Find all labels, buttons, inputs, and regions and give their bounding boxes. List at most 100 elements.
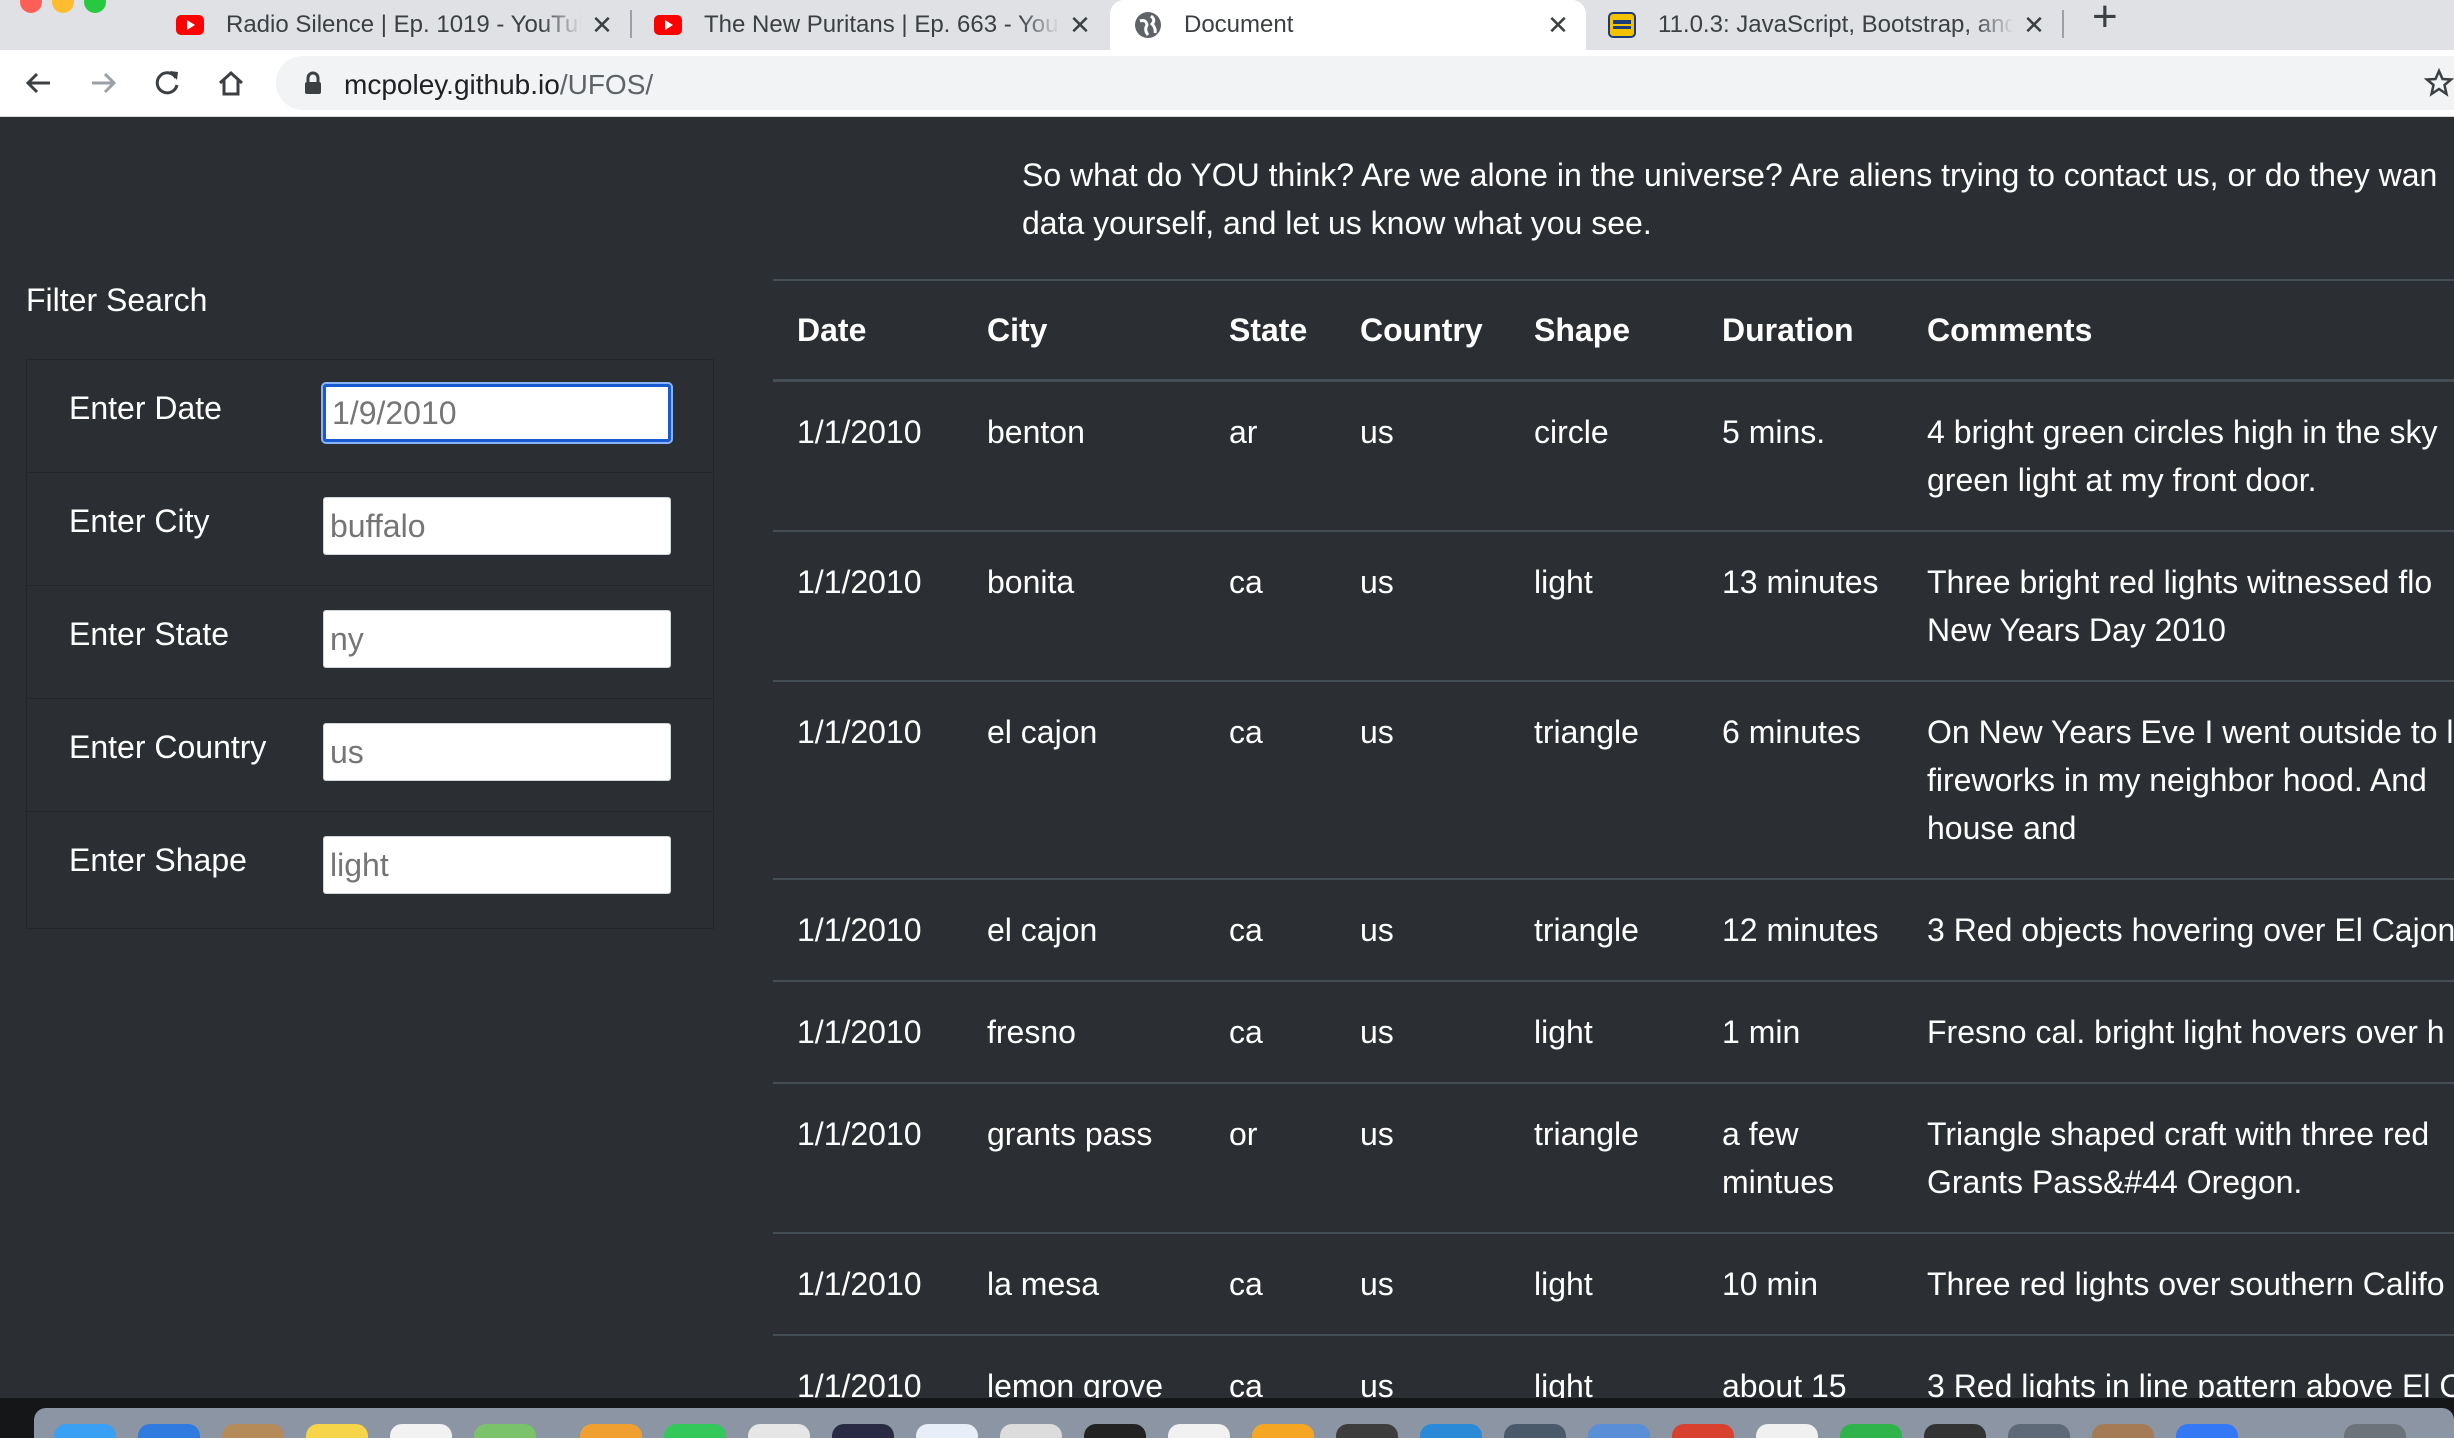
finder-icon[interactable] [54, 1424, 116, 1438]
table-cell-state: ca [1205, 878, 1336, 981]
terminal-icon[interactable] [1084, 1424, 1146, 1438]
address-bar[interactable]: mcpoley.github.io/UFOS/ [276, 56, 2454, 110]
window-zoom-button[interactable] [84, 0, 106, 13]
new-tab-button[interactable]: + [2092, 0, 2118, 42]
column-header-country: Country [1336, 279, 1510, 382]
filter-search-title: Filter Search [26, 282, 208, 318]
table-row: 1/1/2010lemon grovecauslightabout 15minu… [773, 1334, 2454, 1400]
table-cell-duration: about 15minutes [1698, 1334, 1903, 1400]
chrome-icon[interactable] [1168, 1424, 1230, 1438]
table-cell-duration: a few mintues [1698, 1082, 1903, 1233]
messages-icon[interactable] [664, 1424, 726, 1438]
table-cell-country: us [1336, 379, 1510, 531]
table-body: 1/1/2010 benton ar us circle 5 mins. 4 bright … [773, 379, 2454, 1400]
column-header-duration: Duration [1698, 279, 1903, 382]
maps-icon[interactable] [474, 1424, 536, 1438]
filter-label: Enter State [69, 616, 230, 652]
photos-icon[interactable] [580, 1424, 642, 1438]
mail-icon[interactable] [1420, 1424, 1482, 1438]
table-cell-date: 1/1/2010 [773, 530, 963, 681]
filter-label: Enter Shape [69, 842, 247, 878]
table-row: 1/1/2010 el cajon ca us triangle 6 minutes On … [773, 680, 2454, 879]
ufo-sightings-table: Date City State Country Shape Duration C… [773, 279, 2454, 1400]
home-icon[interactable] [212, 64, 250, 102]
app-icon[interactable] [2008, 1424, 2070, 1438]
table-cell-city: lemon grove [963, 1334, 1205, 1400]
table-cell-duration: 10 min [1698, 1232, 1903, 1335]
table-cell-comments: Three red lights over southern Califo [1903, 1232, 2454, 1335]
video-thumbnail-icon[interactable] [1504, 1424, 1566, 1438]
preview-icon[interactable] [916, 1424, 978, 1438]
column-header-city: City [963, 279, 1205, 382]
tab-new-puritans[interactable]: The New Puritans | Ep. 663 - YouTube ✕ [654, 0, 1094, 50]
calendar-icon[interactable] [390, 1424, 452, 1438]
table-cell-country: us [1336, 530, 1510, 681]
table-cell-date: 1/1/2010 [773, 878, 963, 981]
table-cell-comments: 3 Red lights in line pattern above El C [1903, 1334, 2454, 1400]
folder-icon[interactable] [832, 1424, 894, 1438]
youtube-icon [654, 11, 682, 39]
safari-icon[interactable] [1000, 1424, 1062, 1438]
vlc-icon[interactable] [1252, 1424, 1314, 1438]
table-cell-comments: On New Years Eve I went outside to l fire… [1903, 680, 2454, 879]
table-cell-country: us [1336, 1334, 1510, 1400]
bookmark-star-icon[interactable] [2420, 64, 2454, 102]
app-store-icon[interactable] [138, 1424, 200, 1438]
table-cell-city: el cajon [963, 878, 1205, 981]
table-cell-duration: 1 min [1698, 980, 1903, 1083]
table-cell-date: 1/1/2010 [773, 379, 963, 531]
intro-line: data yourself, and let us know what you … [1022, 205, 1652, 241]
spotify-icon[interactable] [1840, 1424, 1902, 1438]
tab-title: The New Puritans | Ep. 663 - YouTube [704, 11, 1060, 39]
date-filter-input[interactable] [321, 382, 673, 444]
table-cell-date: 1/1/2010 [773, 1082, 963, 1233]
zoom-icon[interactable] [2176, 1424, 2238, 1438]
state-filter-input[interactable] [323, 610, 671, 668]
notebook-icon[interactable] [222, 1424, 284, 1438]
table-cell-country: us [1336, 980, 1510, 1083]
slides-icon[interactable] [1672, 1424, 1734, 1438]
table-cell-comments: Fresno cal. bright light hovers over h [1903, 980, 2454, 1083]
music-icon[interactable] [1336, 1424, 1398, 1438]
close-icon[interactable]: ✕ [2020, 10, 2048, 41]
back-arrow-icon[interactable] [20, 64, 58, 102]
table-cell-comments: 4 bright green circles high in the sky gr… [1903, 379, 2454, 531]
tab-javascript-bootstrap[interactable]: 11.0.3: JavaScript, Bootstrap, and ✕ [1608, 0, 2048, 50]
forward-arrow-icon[interactable] [84, 64, 122, 102]
reload-icon[interactable] [148, 64, 186, 102]
table-cell-duration: 13 minutes [1698, 530, 1903, 681]
tab-document[interactable]: Document ✕ [1110, 0, 1586, 50]
notes-icon[interactable] [306, 1424, 368, 1438]
table-cell-country: us [1336, 878, 1510, 981]
app-icon[interactable] [2092, 1424, 2154, 1438]
table-cell-state: ca [1205, 680, 1336, 879]
tab-title: Document [1184, 11, 1294, 38]
window-close-button[interactable] [20, 0, 42, 13]
reminders-icon[interactable] [748, 1424, 810, 1438]
window-minimize-button[interactable] [52, 0, 74, 13]
country-filter-input[interactable] [323, 723, 671, 781]
tab-radio-silence[interactable]: Radio Silence | Ep. 1019 - YouTube ✕ [176, 0, 616, 50]
table-cell-shape: triangle [1510, 1082, 1698, 1233]
table-cell-shape: light [1510, 1334, 1698, 1400]
chrome-icon[interactable] [1756, 1424, 1818, 1438]
vscode-icon[interactable] [1588, 1424, 1650, 1438]
trash-icon[interactable] [2344, 1424, 2406, 1438]
filter-item-city: Enter City [27, 473, 713, 586]
intro-paragraph: So what do YOU think? Are we alone in th… [1022, 151, 2454, 247]
close-icon[interactable]: ✕ [1066, 10, 1094, 41]
close-icon[interactable]: ✕ [588, 10, 616, 41]
table-cell-city: grants pass [963, 1082, 1205, 1233]
table-row: 1/1/2010 benton ar us circle 5 mins. 4 bright … [773, 379, 2454, 531]
city-filter-input[interactable] [323, 497, 671, 555]
app-icon[interactable] [1924, 1424, 1986, 1438]
url-path: /UFOS/ [559, 69, 654, 100]
close-icon[interactable]: ✕ [1544, 10, 1572, 41]
shape-filter-input[interactable] [323, 836, 671, 894]
table-cell-duration: 6 minutes [1698, 680, 1903, 879]
table-cell-country: us [1336, 680, 1510, 879]
table-cell-country: us [1336, 1232, 1510, 1335]
table-cell-date: 1/1/2010 [773, 980, 963, 1083]
table-cell-shape: triangle [1510, 680, 1698, 879]
table-row: 1/1/2010 grants pass or us triangle a few mint… [773, 1082, 2454, 1233]
